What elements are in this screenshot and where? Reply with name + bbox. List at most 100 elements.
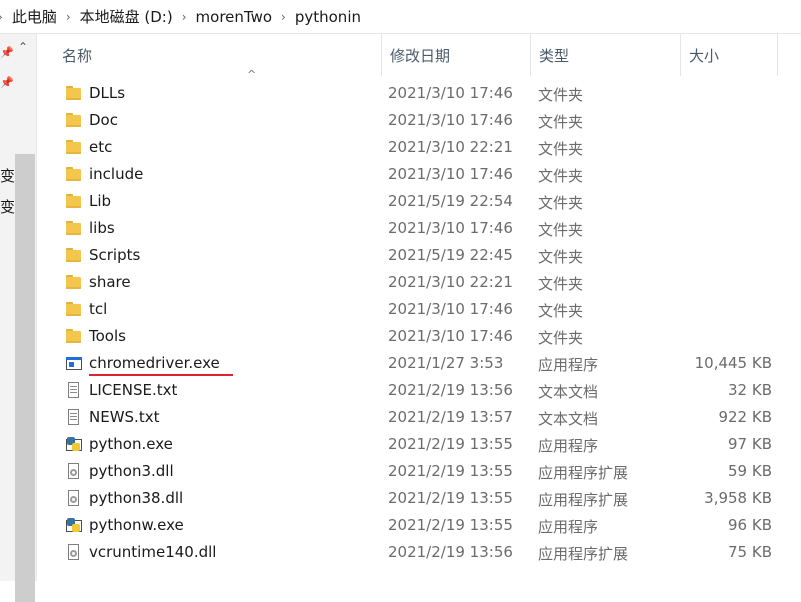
folder-icon xyxy=(65,139,82,156)
file-date: 2021/2/19 13:55 xyxy=(388,462,513,480)
file-type: 文件夹 xyxy=(538,275,584,293)
file-list: DLLs 2021/3/10 17:46 文件夹 Doc 2021/3/10 17:46… xyxy=(36,80,801,566)
file-name[interactable]: NEWS.txt xyxy=(89,408,159,426)
file-name[interactable]: share xyxy=(89,273,131,291)
file-row[interactable]: Lib 2021/5/19 22:54 文件夹 xyxy=(36,188,801,215)
file-name[interactable]: etc xyxy=(89,138,112,156)
file-row[interactable]: Tools 2021/3/10 17:46 文件夹 xyxy=(36,323,801,350)
folder-icon xyxy=(65,328,82,345)
file-row[interactable]: DLLs 2021/3/10 17:46 文件夹 xyxy=(36,80,801,107)
file-row[interactable]: include 2021/3/10 17:46 文件夹 xyxy=(36,161,801,188)
breadcrumb-item-pythonin[interactable]: pythonin xyxy=(295,8,361,26)
file-date: 2021/2/19 13:56 xyxy=(388,381,513,399)
file-name[interactable]: include xyxy=(89,165,143,183)
nav-item-label[interactable]: 变 xyxy=(0,196,15,217)
folder-icon xyxy=(65,193,82,210)
breadcrumb-item-this-pc[interactable]: 此电脑 xyxy=(12,6,57,27)
file-name[interactable]: Doc xyxy=(89,111,118,129)
chevron-right-icon[interactable]: › xyxy=(0,10,3,24)
file-name[interactable]: Lib xyxy=(89,192,111,210)
text-file-icon xyxy=(65,382,82,399)
file-size: 32 KB xyxy=(728,381,772,399)
file-name[interactable]: pythonw.exe xyxy=(89,516,184,534)
file-name[interactable]: python3.dll xyxy=(89,462,174,480)
python-exe-icon xyxy=(65,517,82,534)
chevron-right-icon[interactable]: › xyxy=(281,10,286,24)
file-type: 文件夹 xyxy=(538,221,584,239)
file-date: 2021/3/10 17:46 xyxy=(388,327,513,345)
file-name[interactable]: tcl xyxy=(89,300,107,318)
file-date: 2021/2/19 13:57 xyxy=(388,408,513,426)
dll-icon xyxy=(65,490,82,507)
file-type: 文件夹 xyxy=(538,113,584,131)
file-name[interactable]: chromedriver.exe xyxy=(89,354,220,372)
file-name[interactable]: libs xyxy=(89,219,115,237)
file-date: 2021/3/10 17:46 xyxy=(388,84,513,102)
file-row[interactable]: python38.dll 2021/2/19 13:55 应用程序扩展 3,958 K… xyxy=(36,485,801,512)
breadcrumb-item-morentwo[interactable]: morenTwo xyxy=(196,8,273,26)
file-date: 2021/5/19 22:45 xyxy=(388,246,513,264)
breadcrumb: › 此电脑 › 本地磁盘 (D:) › morenTwo › pythonin xyxy=(0,0,801,34)
file-type: 应用程序 xyxy=(538,518,599,536)
file-name[interactable]: Tools xyxy=(89,327,126,345)
file-date: 2021/3/10 17:46 xyxy=(388,300,513,318)
file-row[interactable]: Doc 2021/3/10 17:46 文件夹 xyxy=(36,107,801,134)
file-name[interactable]: python38.dll xyxy=(89,489,183,507)
text-file-icon xyxy=(65,409,82,426)
file-name[interactable]: python.exe xyxy=(89,435,173,453)
scroll-up-icon[interactable]: ⌃ xyxy=(18,40,28,54)
folder-icon xyxy=(65,166,82,183)
file-row[interactable]: tcl 2021/3/10 17:46 文件夹 xyxy=(36,296,801,323)
file-size: 3,958 KB xyxy=(704,489,772,507)
file-type: 文本文档 xyxy=(538,383,599,401)
file-type: 文件夹 xyxy=(538,329,584,347)
pin-icon[interactable]: 📌 xyxy=(0,76,14,89)
column-header-name[interactable]: 名称 xyxy=(54,34,382,76)
scrollbar-thumb[interactable] xyxy=(15,154,35,602)
nav-item-label[interactable]: 变 xyxy=(0,165,15,186)
column-header-type[interactable]: 类型 xyxy=(530,34,680,76)
pin-icon[interactable]: 📌 xyxy=(0,46,14,59)
column-header-date[interactable]: 修改日期 xyxy=(381,34,531,76)
chevron-right-icon[interactable]: › xyxy=(182,10,187,24)
folder-icon xyxy=(65,247,82,264)
file-row[interactable]: etc 2021/3/10 22:21 文件夹 xyxy=(36,134,801,161)
file-date: 2021/2/19 13:55 xyxy=(388,435,513,453)
file-row[interactable]: python3.dll 2021/2/19 13:55 应用程序扩展 59 KB xyxy=(36,458,801,485)
file-date: 2021/1/27 3:53 xyxy=(388,354,504,372)
column-header-size[interactable]: 大小 xyxy=(680,34,778,76)
file-row[interactable]: NEWS.txt 2021/2/19 13:57 文本文档 922 KB xyxy=(36,404,801,431)
chevron-right-icon[interactable]: › xyxy=(66,10,71,24)
file-name[interactable]: DLLs xyxy=(89,84,125,102)
file-date: 2021/3/10 17:46 xyxy=(388,111,513,129)
column-header: 名称 ^ 修改日期 类型 大小 xyxy=(36,34,801,81)
file-type: 文件夹 xyxy=(538,194,584,212)
folder-icon xyxy=(65,301,82,318)
folder-icon xyxy=(65,220,82,237)
file-row[interactable]: libs 2021/3/10 17:46 文件夹 xyxy=(36,215,801,242)
file-name[interactable]: vcruntime140.dll xyxy=(89,543,216,561)
file-row[interactable]: pythonw.exe 2021/2/19 13:55 应用程序 96 KB xyxy=(36,512,801,539)
file-size: 922 KB xyxy=(718,408,772,426)
file-type: 文件夹 xyxy=(538,302,584,320)
file-row[interactable]: share 2021/3/10 22:21 文件夹 xyxy=(36,269,801,296)
file-size: 10,445 KB xyxy=(694,354,772,372)
file-date: 2021/2/19 13:55 xyxy=(388,516,513,534)
file-row[interactable]: chromedriver.exe 2021/1/27 3:53 应用程序 10,445… xyxy=(36,350,801,377)
file-row[interactable]: vcruntime140.dll 2021/2/19 13:56 应用程序扩展 75 … xyxy=(36,539,801,566)
file-row[interactable]: LICENSE.txt 2021/2/19 13:56 文本文档 32 KB xyxy=(36,377,801,404)
file-type: 文件夹 xyxy=(538,248,584,266)
file-row[interactable]: python.exe 2021/2/19 13:55 应用程序 97 KB xyxy=(36,431,801,458)
folder-icon xyxy=(65,85,82,102)
file-type: 应用程序扩展 xyxy=(538,491,629,509)
breadcrumb-item-local-disk[interactable]: 本地磁盘 (D:) xyxy=(80,6,173,27)
file-size: 96 KB xyxy=(728,516,772,534)
file-type: 应用程序 xyxy=(538,437,599,455)
file-name[interactable]: Scripts xyxy=(89,246,140,264)
file-type: 应用程序 xyxy=(538,356,599,374)
file-size: 75 KB xyxy=(728,543,772,561)
file-row[interactable]: Scripts 2021/5/19 22:45 文件夹 xyxy=(36,242,801,269)
file-name[interactable]: LICENSE.txt xyxy=(89,381,177,399)
file-date: 2021/3/10 17:46 xyxy=(388,219,513,237)
file-date: 2021/3/10 17:46 xyxy=(388,165,513,183)
